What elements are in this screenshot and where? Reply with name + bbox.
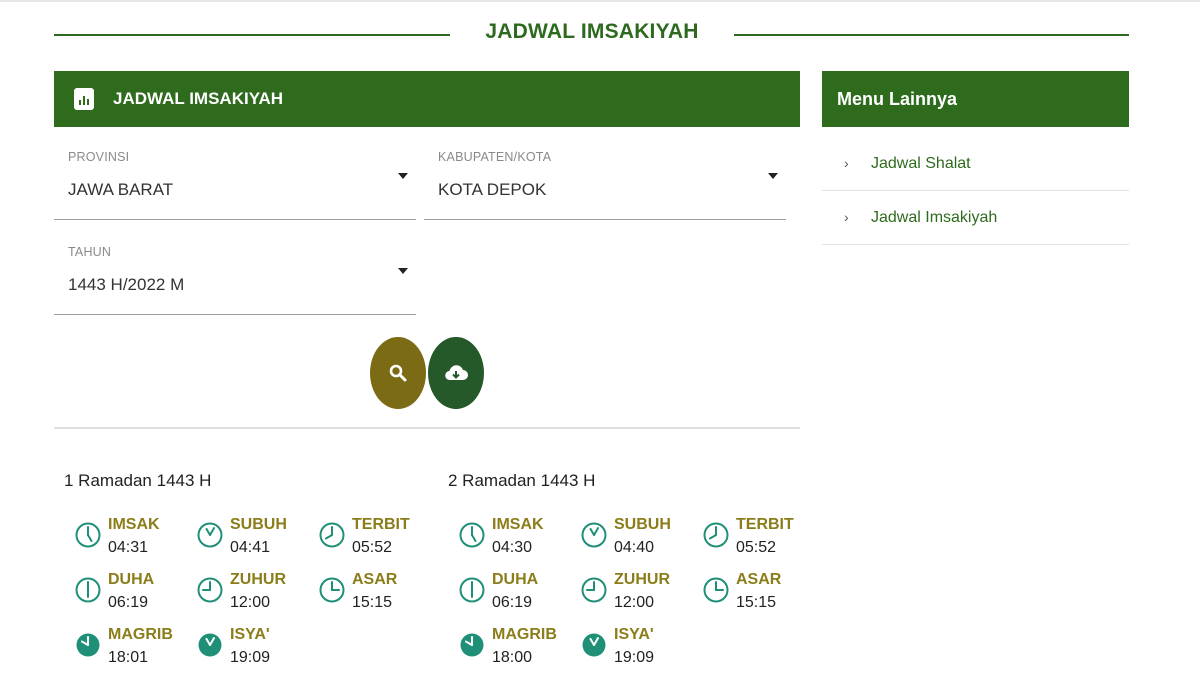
prayer-time-slot: MAGRIB 18:01: [74, 626, 194, 672]
clock-icon: [198, 633, 222, 657]
search-icon: [389, 364, 407, 382]
prayer-name: SUBUH: [230, 516, 287, 533]
cloud-download-icon: [445, 365, 468, 381]
prayer-time-slot: MAGRIB 18:00: [458, 626, 578, 672]
clock-icon: [581, 577, 607, 603]
prayer-name: DUHA: [492, 571, 539, 588]
prayer-time-slot: DUHA 06:19: [458, 571, 578, 617]
prayer-time-slot: TERBIT 05:52: [318, 516, 438, 562]
prayer-name: MAGRIB: [108, 626, 173, 643]
prayer-name: ISYA': [230, 626, 270, 643]
prayer-name: ZUHUR: [614, 571, 670, 588]
prayer-name: DUHA: [108, 571, 155, 588]
sidebar-item-label: Jadwal Imsakiyah: [871, 209, 998, 226]
prayer-time-slot: SUBUH 04:40: [580, 516, 700, 562]
sidebar-header: Menu Lainnya: [822, 71, 1129, 127]
prayer-time: 15:15: [352, 594, 393, 611]
download-button[interactable]: [428, 337, 484, 409]
section-divider: [54, 427, 800, 429]
prayer-time-slot: DUHA 06:19: [74, 571, 194, 617]
panel-header: JADWAL IMSAKIYAH: [54, 71, 800, 127]
kabupaten-select[interactable]: KABUPATEN/KOTA KOTA DEPOK: [424, 150, 786, 220]
kabupaten-value: KOTA DEPOK: [438, 180, 547, 199]
tahun-select[interactable]: TAHUN 1443 H/2022 M: [54, 245, 416, 315]
prayer-time: 04:31: [108, 539, 149, 556]
prayer-name: IMSAK: [492, 516, 544, 533]
prayer-name: ASAR: [352, 571, 398, 588]
bar-chart-icon: [74, 88, 94, 110]
prayer-time: 12:00: [230, 594, 271, 611]
prayer-time-slot: ASAR 15:15: [318, 571, 438, 617]
prayer-time: 05:52: [736, 539, 777, 556]
prayer-time: 18:01: [108, 649, 149, 666]
clock-icon: [582, 633, 606, 657]
prayer-time-slot: ZUHUR 12:00: [196, 571, 316, 617]
clock-icon: [197, 522, 223, 548]
prayer-time: 05:52: [352, 539, 393, 556]
provinsi-value: JAWA BARAT: [68, 180, 174, 199]
prayer-time-slot: SUBUH 04:41: [196, 516, 316, 562]
clock-icon: [75, 577, 101, 603]
day-title: 1 Ramadan 1443 H: [64, 471, 212, 490]
prayer-time: 15:15: [736, 594, 777, 611]
prayer-time: 06:19: [492, 594, 533, 611]
clock-icon: [703, 522, 729, 548]
clock-icon: [703, 577, 729, 603]
heading-rule-left: [54, 34, 450, 36]
prayer-time: 18:00: [492, 649, 533, 666]
clock-icon: [581, 522, 607, 548]
prayer-time-slot: IMSAK 04:30: [458, 516, 578, 562]
prayer-time-slot: ISYA' 19:09: [580, 626, 700, 672]
prayer-name: TERBIT: [352, 516, 410, 533]
prayer-name: TERBIT: [736, 516, 794, 533]
sidebar-title: Menu Lainnya: [837, 88, 958, 109]
kabupaten-label: KABUPATEN/KOTA: [438, 150, 552, 164]
prayer-name: ZUHUR: [230, 571, 286, 588]
heading-rule-right: [734, 34, 1129, 36]
chevron-right-icon: ›: [844, 209, 849, 225]
prayer-time: 19:09: [614, 649, 655, 666]
prayer-time: 04:30: [492, 539, 533, 556]
caret-down-icon: [398, 268, 408, 274]
prayer-time-slot: IMSAK 04:31: [74, 516, 194, 562]
clock-icon: [76, 633, 100, 657]
clock-icon: [459, 522, 485, 548]
page-heading-row: JADWAL IMSAKIYAH: [54, 14, 1129, 54]
clock-icon: [319, 577, 345, 603]
prayer-name: MAGRIB: [492, 626, 557, 643]
clock-icon: [459, 577, 485, 603]
clock-icon: [75, 522, 101, 548]
prayer-time: 04:41: [230, 539, 271, 556]
tahun-value: 1443 H/2022 M: [68, 275, 185, 294]
provinsi-label: PROVINSI: [68, 150, 130, 164]
clock-icon: [460, 633, 484, 657]
sidebar-item-jadwal-shalat[interactable]: › Jadwal Shalat: [822, 137, 1129, 191]
panel-title: JADWAL IMSAKIYAH: [113, 89, 284, 108]
day-title: 2 Ramadan 1443 H: [448, 471, 596, 490]
clock-icon: [197, 577, 223, 603]
top-border: [0, 0, 1200, 2]
prayer-time-slot: ZUHUR 12:00: [580, 571, 700, 617]
caret-down-icon: [398, 173, 408, 179]
prayer-time: 06:19: [108, 594, 149, 611]
prayer-time: 19:09: [230, 649, 271, 666]
prayer-time-slot: ISYA' 19:09: [196, 626, 316, 672]
prayer-name: SUBUH: [614, 516, 671, 533]
prayer-name: IMSAK: [108, 516, 160, 533]
prayer-time: 12:00: [614, 594, 655, 611]
sidebar-item-label: Jadwal Shalat: [871, 155, 971, 172]
provinsi-select[interactable]: PROVINSI JAWA BARAT: [54, 150, 416, 220]
prayer-time-slot: ASAR 15:15: [702, 571, 822, 617]
sidebar-item-jadwal-imsakiyah[interactable]: › Jadwal Imsakiyah: [822, 191, 1129, 245]
clock-icon: [319, 522, 345, 548]
chevron-right-icon: ›: [844, 155, 849, 171]
caret-down-icon: [768, 173, 778, 179]
page-title: JADWAL IMSAKIYAH: [485, 20, 699, 43]
prayer-name: ISYA': [614, 626, 654, 643]
prayer-name: ASAR: [736, 571, 782, 588]
prayer-time-slot: TERBIT 05:52: [702, 516, 822, 562]
search-button[interactable]: [370, 337, 426, 409]
tahun-label: TAHUN: [68, 245, 112, 259]
prayer-time: 04:40: [614, 539, 655, 556]
